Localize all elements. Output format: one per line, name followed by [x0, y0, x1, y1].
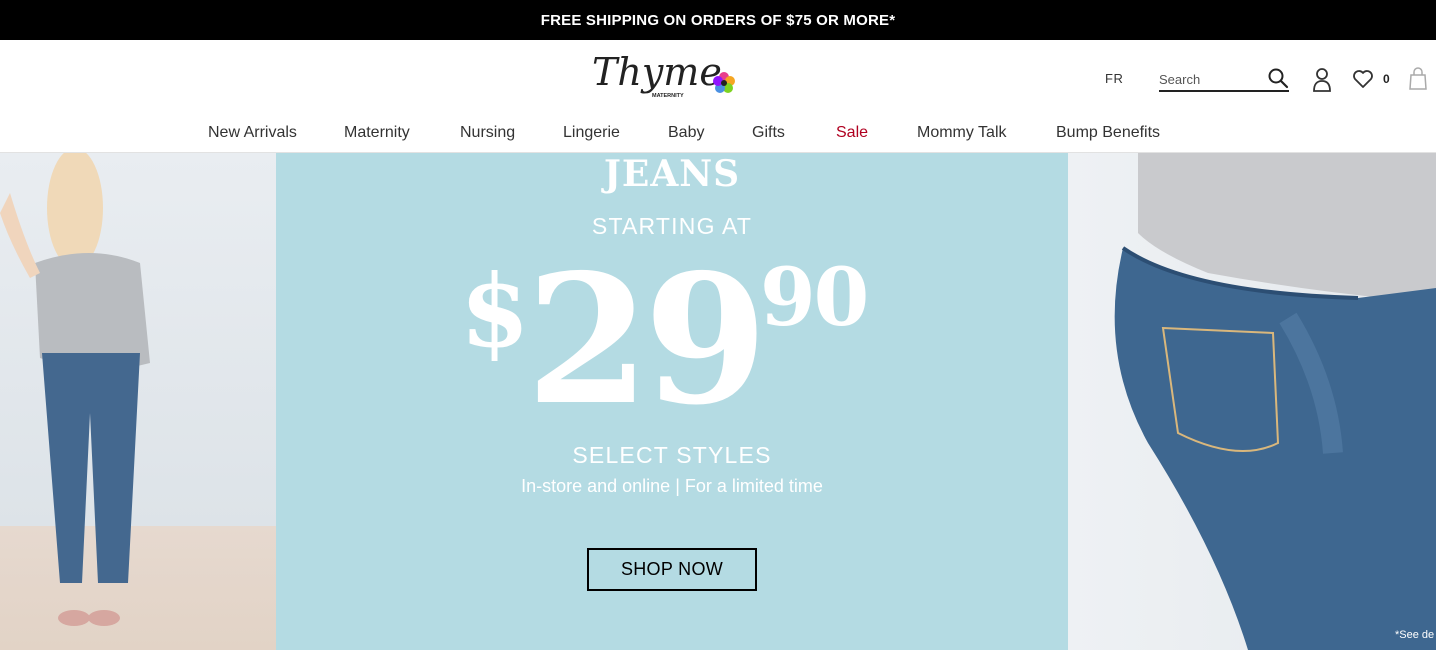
promo-bar-text: FREE SHIPPING ON ORDERS OF $75 OR MORE* — [540, 11, 896, 29]
hero-disclaimer[interactable]: *See de — [1395, 629, 1434, 641]
hero-price: $ 29 90 — [460, 235, 890, 444]
search-box — [1159, 66, 1289, 92]
shopping-bag-icon[interactable] — [1408, 67, 1428, 91]
search-input[interactable] — [1159, 69, 1264, 89]
nav-item-lingerie[interactable]: Lingerie — [563, 124, 620, 142]
logo-tagline: MATERNITY — [652, 93, 684, 99]
nav-item-gifts[interactable]: Gifts — [752, 124, 785, 142]
price-currency: $ — [460, 252, 530, 370]
language-switch[interactable]: FR — [1105, 71, 1123, 86]
price-dollars: 29 — [526, 235, 768, 444]
heart-icon[interactable] — [1352, 68, 1374, 90]
hero-banner[interactable]: JEANS STARTING AT $ 29 90 SELECT STYLES … — [0, 153, 1436, 650]
nav-item-sale[interactable]: Sale — [836, 124, 868, 142]
nav-item-baby[interactable]: Baby — [668, 124, 704, 142]
hero-subtext: In-store and online | For a limited time — [521, 476, 823, 496]
user-icon[interactable] — [1311, 67, 1333, 93]
shop-now-button[interactable]: SHOP NOW — [587, 548, 757, 591]
promo-panel: JEANS STARTING AT $ 29 90 SELECT STYLES … — [276, 153, 1068, 650]
promo-bar[interactable]: FREE SHIPPING ON ORDERS OF $75 OR MORE* — [0, 0, 1436, 40]
jeans-back-pocket-image — [1068, 153, 1436, 650]
main-nav: New Arrivals Maternity Nursing Lingerie … — [0, 124, 1436, 146]
thyme-maternity-logo[interactable]: Thyme MATERNITY — [590, 45, 740, 113]
nav-item-bump-benefits[interactable]: Bump Benefits — [1056, 124, 1160, 142]
nav-item-nursing[interactable]: Nursing — [460, 124, 515, 142]
nav-item-maternity[interactable]: Maternity — [344, 124, 410, 142]
price-cents: 90 — [760, 250, 869, 344]
site-header: Thyme MATERNITY FR 0 New Arrivals Matern… — [0, 40, 1436, 153]
model-standing-image — [0, 153, 276, 650]
search-icon[interactable] — [1267, 67, 1289, 89]
nav-item-new-arrivals[interactable]: New Arrivals — [208, 124, 297, 142]
hero-headline: JEANS — [603, 153, 741, 195]
hero-select-styles: SELECT STYLES — [572, 442, 772, 468]
wishlist-count: 0 — [1383, 72, 1390, 86]
logo-wordmark: Thyme — [592, 50, 722, 94]
nav-item-mommy-talk[interactable]: Mommy Talk — [917, 124, 1007, 142]
